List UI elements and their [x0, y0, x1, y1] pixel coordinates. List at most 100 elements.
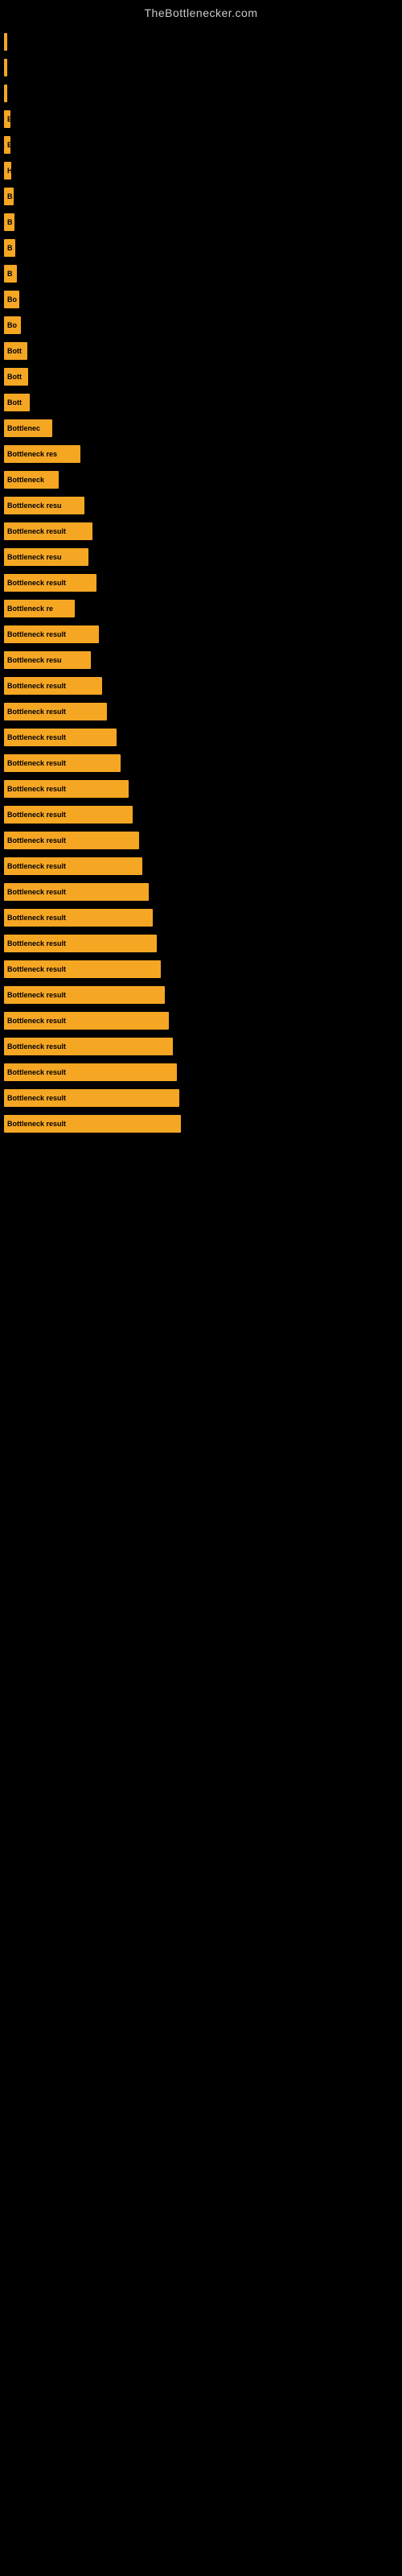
bar-label: Bottleneck result [7, 991, 66, 999]
bar-label: E [7, 141, 10, 149]
bar-row: Bottleneck result [4, 726, 402, 749]
bar-row: B [4, 211, 402, 233]
bar-item: Bottleneck result [4, 1063, 177, 1081]
bar-label: Bottleneck [7, 476, 44, 484]
bar-row: Bo [4, 314, 402, 336]
bar-label: Bott [7, 398, 22, 407]
bar-row: Bott [4, 391, 402, 414]
bar-label: Bottleneck result [7, 733, 66, 741]
bar-item: Bottleneck result [4, 1012, 169, 1030]
bar-item: Bott [4, 342, 27, 360]
bar-row: B [4, 185, 402, 208]
bar-label: B [7, 192, 13, 200]
bar-label: Bottleneck result [7, 682, 66, 690]
bar-item: Bott [4, 394, 30, 411]
bar-item: Bottleneck result [4, 806, 133, 824]
bar-label: Bottleneck result [7, 785, 66, 793]
bars-container: E E H B B B B Bo Bo Bott Bott Bott Bottlenec Bottlene… [0, 23, 402, 1146]
bar-label: Bottleneck result [7, 759, 66, 767]
bar-row: Bottleneck re [4, 597, 402, 620]
bar-label: Bottleneck resu [7, 502, 62, 510]
bar-label: Bo [7, 295, 17, 303]
bar-row: Bottleneck result [4, 1061, 402, 1084]
bar-row: Bottleneck result [4, 520, 402, 543]
bar-label: Bottleneck result [7, 914, 66, 922]
bar-label: Bottleneck result [7, 965, 66, 973]
bar-item: Bottleneck result [4, 935, 157, 952]
bar-item: Bottleneck result [4, 883, 149, 901]
bar-item: Bottleneck result [4, 574, 96, 592]
bar-row: Bottleneck result [4, 700, 402, 723]
bar-row: Bottleneck result [4, 958, 402, 980]
bar-row: Bottleneck resu [4, 649, 402, 671]
bar-label: Bottleneck result [7, 862, 66, 870]
bar-label: B [7, 270, 13, 278]
bar-item: Bottleneck [4, 471, 59, 489]
bar-row: Bottleneck result [4, 1035, 402, 1058]
bar-item: Bottleneck result [4, 754, 121, 772]
bar-item [4, 59, 7, 76]
bar-item: Bottleneck resu [4, 651, 91, 669]
bar-label: Bottleneck result [7, 811, 66, 819]
bar-row: Bottleneck res [4, 443, 402, 465]
bar-label: Bottleneck res [7, 450, 57, 458]
bar-item: B [4, 188, 14, 205]
bar-row: Bottleneck [4, 469, 402, 491]
bar-label: Bottleneck result [7, 527, 66, 535]
bar-item: Bottleneck result [4, 986, 165, 1004]
bar-item: Bottleneck resu [4, 497, 84, 514]
bar-row: Bottleneck result [4, 1009, 402, 1032]
bar-label: Bottleneck re [7, 605, 53, 613]
bar-item: Bottleneck result [4, 909, 153, 927]
bar-item: Bo [4, 291, 19, 308]
bar-item: B [4, 213, 14, 231]
bar-row: E [4, 134, 402, 156]
bar-item: Bottleneck result [4, 522, 92, 540]
bar-row: Bottleneck result [4, 1113, 402, 1135]
bar-label: H [7, 167, 11, 175]
bar-row: E [4, 108, 402, 130]
bar-item: Bottleneck result [4, 1089, 179, 1107]
bar-label: Bottleneck result [7, 1094, 66, 1102]
bar-item: Bottleneck result [4, 1115, 181, 1133]
bar-row: B [4, 237, 402, 259]
bar-item: Bo [4, 316, 21, 334]
bar-item: Bottleneck resu [4, 548, 88, 566]
bar-label: Bottleneck resu [7, 553, 62, 561]
bar-label: Bottleneck result [7, 1120, 66, 1128]
bar-row: Bottleneck resu [4, 494, 402, 517]
bar-row: Bottleneck result [4, 906, 402, 929]
bar-label: B [7, 218, 13, 226]
site-title: TheBottlenecker.com [0, 0, 402, 23]
bar-item: Bottlenec [4, 419, 52, 437]
bar-item: Bottleneck result [4, 832, 139, 849]
bar-label: Bottleneck result [7, 888, 66, 896]
bar-row [4, 82, 402, 105]
bar-label: Bottleneck result [7, 939, 66, 947]
bar-row: B [4, 262, 402, 285]
bar-row: Bottleneck result [4, 984, 402, 1006]
bar-row: Bottleneck result [4, 778, 402, 800]
bar-item: Bottleneck result [4, 729, 117, 746]
bar-row: Bo [4, 288, 402, 311]
bar-item: Bottleneck result [4, 857, 142, 875]
bar-item [4, 85, 7, 102]
bar-row: H [4, 159, 402, 182]
bar-label: Bottleneck result [7, 1042, 66, 1051]
bar-label: Bott [7, 373, 22, 381]
bar-row: Bottleneck result [4, 623, 402, 646]
bar-row [4, 56, 402, 79]
bar-label: Bo [7, 321, 17, 329]
bar-item: Bottleneck res [4, 445, 80, 463]
bar-label: B [7, 244, 13, 252]
bar-item: Bottleneck re [4, 600, 75, 617]
bar-row: Bottleneck result [4, 675, 402, 697]
bar-label: Bottleneck result [7, 708, 66, 716]
bar-label: Bottleneck result [7, 836, 66, 844]
bar-row: Bottleneck result [4, 829, 402, 852]
bar-item: Bott [4, 368, 28, 386]
bar-item: B [4, 265, 17, 283]
bar-row: Bottleneck result [4, 803, 402, 826]
bar-label: Bottleneck result [7, 1068, 66, 1076]
bar-row: Bottleneck resu [4, 546, 402, 568]
